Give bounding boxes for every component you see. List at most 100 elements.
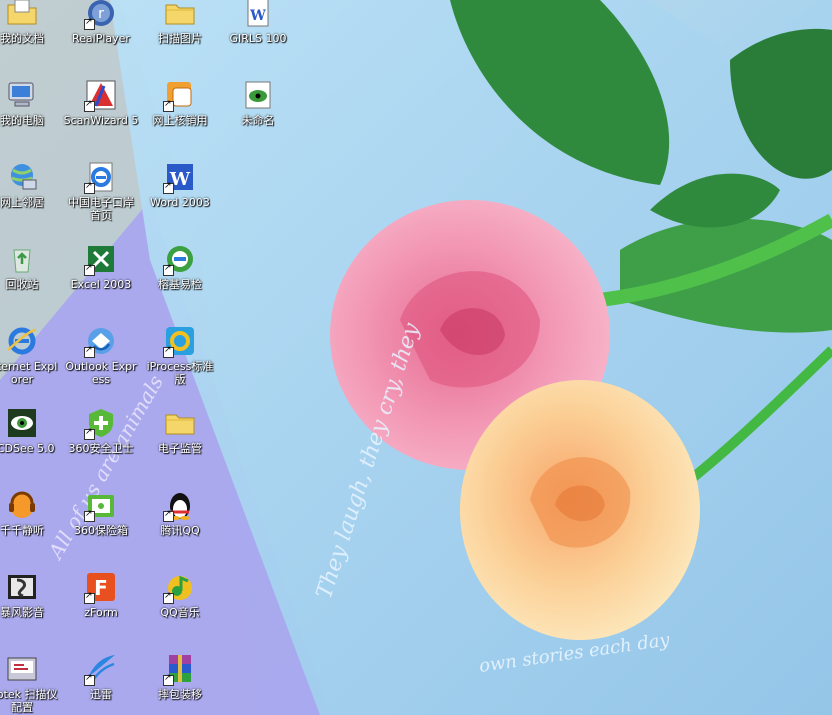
shortcut-arrow-icon <box>84 181 95 194</box>
desktop-icon-label: 360保险箱 <box>74 524 128 537</box>
desktop-icon-microtek-settings[interactable]: crotek 扫描仪配置 <box>0 652 62 715</box>
svg-text:F: F <box>94 576 108 600</box>
realplayer-icon: r <box>84 0 118 30</box>
shortcut-arrow-icon <box>84 263 95 276</box>
desktop-icon-label: 回收站 <box>5 278 39 291</box>
qq-penguin-icon <box>163 488 197 522</box>
word-icon: W <box>163 160 197 194</box>
desktop-icon-outlook-express[interactable]: Outlook Express <box>61 324 141 404</box>
desktop-icon-label: iProcess标准版 <box>146 360 214 386</box>
shortcut-arrow-icon <box>84 99 95 112</box>
shortcut-arrow-icon <box>163 591 174 604</box>
shortcut-arrow-icon <box>84 17 95 30</box>
desktop-icon-scanned-images[interactable]: 扫描图片 <box>140 0 220 76</box>
desktop-icon-my-computer[interactable]: 我的电脑 <box>0 78 62 158</box>
desktop-icon-label: GIRLS 100 <box>229 32 287 45</box>
thunder-icon <box>84 652 118 686</box>
desktop-icon-excel-2003[interactable]: Excel 2003 <box>61 242 141 322</box>
outlook-icon <box>84 324 118 358</box>
desktop-icon-label: ACDSee 5.0 <box>0 442 55 455</box>
desktop-icon-zform[interactable]: FzForm <box>61 570 141 650</box>
desktop-icon-label: RealPlayer <box>72 32 130 45</box>
desktop-icon-qq-music[interactable]: QQ音乐 <box>140 570 220 650</box>
desktop-icon-untitled[interactable]: 未命名 <box>218 78 298 158</box>
computer-icon <box>5 78 39 112</box>
desktop-icon-label: Word 2003 <box>150 196 210 209</box>
shortcut-arrow-icon <box>84 509 95 522</box>
desktop-icon-label: zForm <box>84 606 118 619</box>
scanwizard-icon <box>84 78 118 112</box>
folder-icon <box>163 0 197 30</box>
desktop-icon-winrar-app[interactable]: 摔包装移 <box>140 652 220 715</box>
desktop-icon-label: 扫描图片 <box>158 32 202 45</box>
desktop-icon-internet-explorer[interactable]: Internet Explorer <box>0 324 62 404</box>
desktop-icon-recycle-bin[interactable]: 回收站 <box>0 242 62 322</box>
shortcut-arrow-icon <box>163 181 174 194</box>
desktop-icon-label: 网上邻居 <box>0 196 44 209</box>
desktop-icon-label: 迅雷 <box>90 688 112 701</box>
desktop-icon-my-documents[interactable]: 我的文档 <box>0 0 62 76</box>
rongji-icon <box>163 242 197 276</box>
desktop-icon-label: 摔包装移 <box>158 688 202 701</box>
winrar-icon <box>163 652 197 686</box>
shortcut-arrow-icon <box>84 427 95 440</box>
acdsee-icon <box>5 406 39 440</box>
shortcut-arrow-icon <box>163 509 174 522</box>
shield-plus-icon <box>84 406 118 440</box>
desktop-icon-label: 千千静听 <box>0 524 44 537</box>
desktop-icon-girls-100[interactable]: W GIRLS 100 <box>218 0 298 76</box>
desktop-icon-network-places[interactable]: 网上邻居 <box>0 160 62 240</box>
desktop-icon-ttplayer[interactable]: 千千静听 <box>0 488 62 568</box>
desktop-icon-xunlei[interactable]: 迅雷 <box>61 652 141 715</box>
shortcut-arrow-icon <box>163 99 174 112</box>
network-icon <box>5 160 39 194</box>
acdsee-file-icon <box>241 78 275 112</box>
shortcut-arrow-icon <box>84 591 95 604</box>
desktop-icon-china-eport[interactable]: 中国电子口岸首页 <box>61 160 141 240</box>
desktop-icon-iprocess[interactable]: iProcess标准版 <box>140 324 220 404</box>
shortcut-app-icon <box>163 78 197 112</box>
desktop-icon-e-customs[interactable]: 电子监管 <box>140 406 220 486</box>
safe-box-icon <box>84 488 118 522</box>
desktop-icon-label: 未命名 <box>241 114 275 127</box>
desktop-icon-label: 腾讯QQ <box>160 524 200 537</box>
shortcut-arrow-icon <box>163 263 174 276</box>
desktop-icon-label: 中国电子口岸首页 <box>68 196 134 222</box>
qq-music-icon <box>163 570 197 604</box>
desktop-icon-label: 我的文档 <box>0 32 44 45</box>
desktop-icon-word-2003[interactable]: W Word 2003 <box>140 160 220 240</box>
desktop-icon-360-box[interactable]: 360保险箱 <box>61 488 141 568</box>
ie-page-icon <box>84 160 118 194</box>
desktop-icon-label: 榕基易检 <box>158 278 202 291</box>
svg-text:W: W <box>249 8 266 24</box>
desktop-icon-scanwizard[interactable]: ScanWizard 5 <box>61 78 141 158</box>
desktop-icon-acdsee[interactable]: ACDSee 5.0 <box>0 406 62 486</box>
desktop-icon-label: Outlook Express <box>65 360 137 386</box>
desktop-icon-label: ScanWizard 5 <box>63 114 139 127</box>
desktop-icon-tencent-qq[interactable]: 腾讯QQ <box>140 488 220 568</box>
desktop-icon-360-safe[interactable]: 360安全卫士 <box>61 406 141 486</box>
storm-icon <box>5 570 39 604</box>
svg-text:r: r <box>98 6 104 22</box>
desktop-icon-online-cancel[interactable]: 网上核销用 <box>140 78 220 158</box>
ie-icon <box>5 324 39 358</box>
iprocess-icon <box>163 324 197 358</box>
desktop-icon-storm-player[interactable]: 暴风影音 <box>0 570 62 650</box>
shortcut-arrow-icon <box>163 673 174 686</box>
desktop-icon-rongji-check[interactable]: 榕基易检 <box>140 242 220 322</box>
desktop-icon-label: Excel 2003 <box>70 278 132 291</box>
desktop-icon-label: 360安全卫士 <box>68 442 134 455</box>
desktop-icon-label: QQ音乐 <box>160 606 200 619</box>
scanner-settings-icon <box>5 652 39 686</box>
shortcut-arrow-icon <box>84 673 95 686</box>
recycle-bin-icon <box>5 242 39 276</box>
desktop-icon-realplayer[interactable]: r RealPlayer <box>61 0 141 76</box>
folder-icon <box>163 406 197 440</box>
desktop-icon-label: crotek 扫描仪配置 <box>0 688 58 714</box>
shortcut-arrow-icon <box>84 345 95 358</box>
desktop-icon-label: Internet Explorer <box>0 360 58 386</box>
desktop-icon-label: 暴风影音 <box>0 606 44 619</box>
ttplayer-icon <box>5 488 39 522</box>
desktop[interactable]: They laugh, they cry, they All of us are… <box>0 0 832 715</box>
desktop-icon-label: 我的电脑 <box>0 114 44 127</box>
